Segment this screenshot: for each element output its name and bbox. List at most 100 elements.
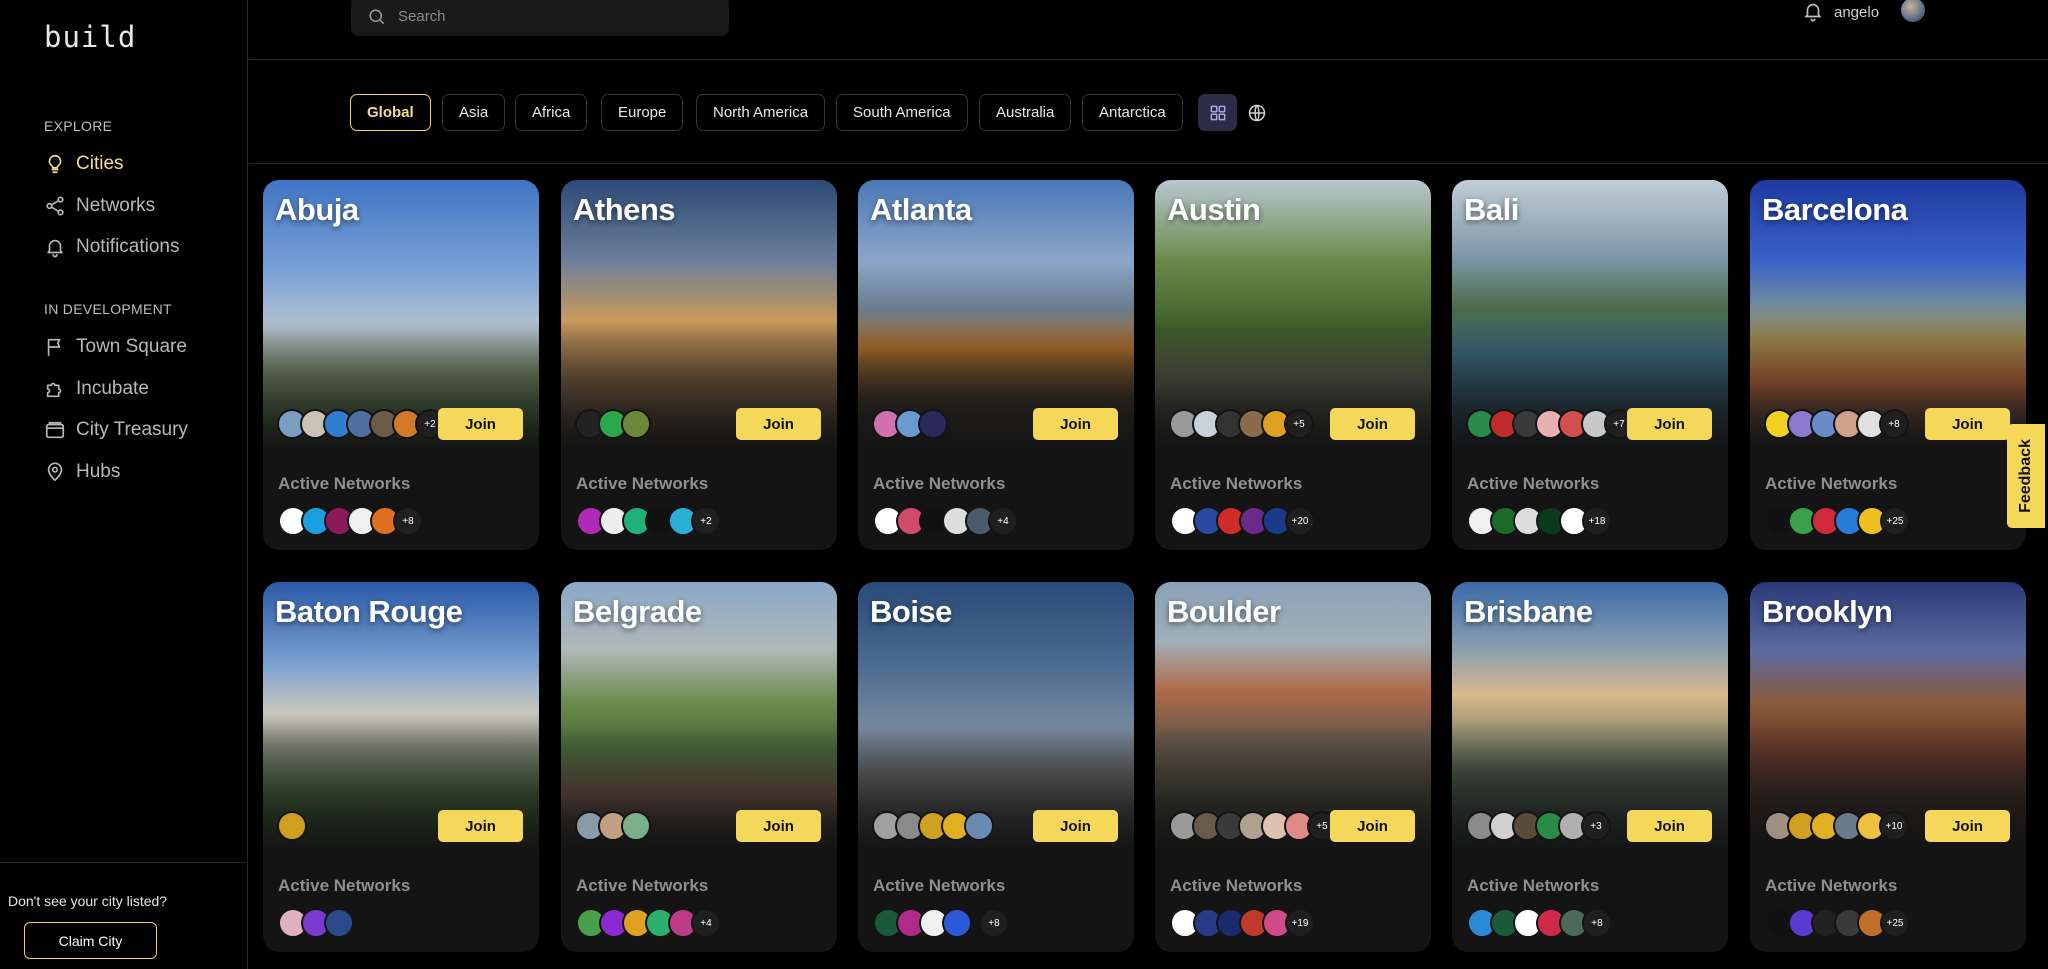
- city-card-brisbane[interactable]: Brisbane +3 Join Active Networks +8: [1452, 582, 1728, 952]
- city-name: Barcelona: [1762, 192, 1908, 227]
- city-card-baton-rouge[interactable]: Baton Rouge Join Active Networks: [263, 582, 539, 952]
- network-avatars: +8: [278, 506, 423, 536]
- filter-global[interactable]: Global: [350, 94, 431, 131]
- member-avatar: [277, 811, 307, 841]
- network-overflow-count: +8: [1582, 908, 1612, 938]
- active-networks-label: Active Networks: [576, 876, 709, 895]
- sidebar-item-hubs[interactable]: Hubs: [44, 458, 120, 486]
- sidebar-item-cities[interactable]: Cities: [44, 150, 124, 178]
- network-avatars: +20: [1170, 506, 1315, 536]
- network-overflow-count: +20: [1285, 506, 1315, 536]
- city-name: Atlanta: [870, 192, 972, 227]
- flag-icon: [47, 338, 61, 357]
- city-card-athens[interactable]: Athens Join Active Networks +2: [561, 180, 837, 550]
- member-avatars: [872, 811, 994, 841]
- join-button[interactable]: Join: [736, 408, 821, 440]
- sidebar-item-incubate[interactable]: Incubate: [44, 375, 149, 403]
- member-overflow-count: +5: [1284, 409, 1314, 439]
- feedback-tab[interactable]: Feedback: [2007, 424, 2045, 528]
- top-bar: angelo: [249, 0, 2048, 60]
- join-button[interactable]: Join: [1627, 810, 1712, 842]
- active-networks-label: Active Networks: [873, 876, 1006, 895]
- member-avatars: [575, 409, 651, 439]
- join-button[interactable]: Join: [1033, 408, 1118, 440]
- grid-view-icon: [1210, 105, 1225, 120]
- app-logo[interactable]: build: [44, 20, 136, 54]
- city-name: Brisbane: [1464, 594, 1593, 629]
- section-dev-label: IN DEVELOPMENT: [44, 301, 172, 317]
- sidebar-footer-divider: [0, 862, 248, 863]
- city-name: Austin: [1167, 192, 1261, 227]
- sidebar-item-label: Town Square: [76, 336, 187, 357]
- puzzle-icon: [46, 382, 62, 398]
- member-avatar: [621, 811, 651, 841]
- city-card-boulder[interactable]: Boulder +5 Join Active Networks +19: [1155, 582, 1431, 952]
- join-button[interactable]: Join: [1627, 408, 1712, 440]
- sidebar-item-label: Networks: [76, 195, 156, 216]
- join-button[interactable]: Join: [1330, 408, 1415, 440]
- city-name: Abuja: [275, 192, 359, 227]
- city-card-austin[interactable]: Austin +5 Join Active Networks +20: [1155, 180, 1431, 550]
- filter-africa[interactable]: Africa: [515, 94, 588, 131]
- grid-view-button[interactable]: [1198, 94, 1237, 131]
- lightbulb-icon: [48, 154, 62, 174]
- filter-europe[interactable]: Europe: [601, 94, 684, 131]
- bell-icon: [1804, 3, 1822, 22]
- sidebar-item-town-square[interactable]: Town Square: [44, 333, 187, 361]
- join-button[interactable]: Join: [1330, 810, 1415, 842]
- filter-australia[interactable]: Australia: [979, 94, 1072, 131]
- claim-city-button[interactable]: Claim City: [24, 922, 157, 959]
- active-networks-label: Active Networks: [873, 474, 1006, 493]
- member-overflow-count: +10: [1879, 811, 1909, 841]
- network-icon: [46, 196, 64, 216]
- city-card-barcelona[interactable]: Barcelona +8 Join Active Networks +25: [1750, 180, 2026, 550]
- sidebar-item-label: Hubs: [76, 461, 121, 482]
- member-avatars: [575, 811, 651, 841]
- city-card-bali[interactable]: Bali +7 Join Active Networks +18: [1452, 180, 1728, 550]
- active-networks-label: Active Networks: [278, 474, 411, 493]
- join-button[interactable]: Join: [1925, 408, 2010, 440]
- filter-north-america[interactable]: North America: [696, 94, 826, 131]
- join-button[interactable]: Join: [1925, 810, 2010, 842]
- notifications-bell[interactable]: [1802, 0, 1824, 22]
- city-card-belgrade[interactable]: Belgrade Join Active Networks +4: [561, 582, 837, 952]
- network-overflow-count: +8: [979, 908, 1009, 938]
- user-avatar[interactable]: [1901, 0, 1925, 22]
- feedback-label: Feedback: [2017, 439, 2034, 513]
- city-card-brooklyn[interactable]: Brooklyn +10 Join Active Networks +25: [1750, 582, 2026, 952]
- network-avatars: +25: [1765, 506, 1910, 536]
- sidebar: build EXPLORE Cities Networks Notificati…: [0, 0, 248, 969]
- sidebar-item-networks[interactable]: Networks: [44, 192, 155, 220]
- network-avatar: [942, 908, 972, 938]
- member-avatars: +7: [1466, 409, 1634, 439]
- city-card-atlanta[interactable]: Atlanta Join Active Networks +4: [858, 180, 1134, 550]
- search-input[interactable]: [398, 7, 698, 25]
- network-avatar: [324, 908, 354, 938]
- filter-asia[interactable]: Asia: [442, 94, 506, 131]
- claim-prompt-text: Don't see your city listed?: [8, 893, 168, 909]
- member-avatars: +2: [277, 409, 445, 439]
- sidebar-item-city-treasury[interactable]: City Treasury: [44, 416, 188, 444]
- join-button[interactable]: Join: [438, 810, 523, 842]
- join-button[interactable]: Join: [1033, 810, 1118, 842]
- join-button[interactable]: Join: [736, 810, 821, 842]
- city-name: Belgrade: [573, 594, 702, 629]
- network-overflow-count: +25: [1880, 908, 1910, 938]
- member-overflow-count: +8: [1879, 409, 1909, 439]
- member-avatar: [964, 811, 994, 841]
- sidebar-item-notifications[interactable]: Notifications: [44, 233, 180, 261]
- city-card-boise[interactable]: Boise Join Active Networks +8: [858, 582, 1134, 952]
- filter-south-america[interactable]: South America: [836, 94, 968, 131]
- network-overflow-count: +19: [1285, 908, 1315, 938]
- username[interactable]: angelo: [1834, 4, 1879, 21]
- city-name: Bali: [1464, 192, 1519, 227]
- network-avatars: +25: [1765, 908, 1910, 938]
- globe-view-button[interactable]: [1237, 94, 1276, 131]
- city-card-abuja[interactable]: Abuja +2 Join Active Networks +8: [263, 180, 539, 550]
- search-box[interactable]: [351, 0, 729, 36]
- active-networks-label: Active Networks: [1170, 474, 1303, 493]
- join-button[interactable]: Join: [438, 408, 523, 440]
- city-name: Boulder: [1167, 594, 1281, 629]
- city-name: Baton Rouge: [275, 594, 463, 629]
- filter-antarctica[interactable]: Antarctica: [1082, 94, 1183, 131]
